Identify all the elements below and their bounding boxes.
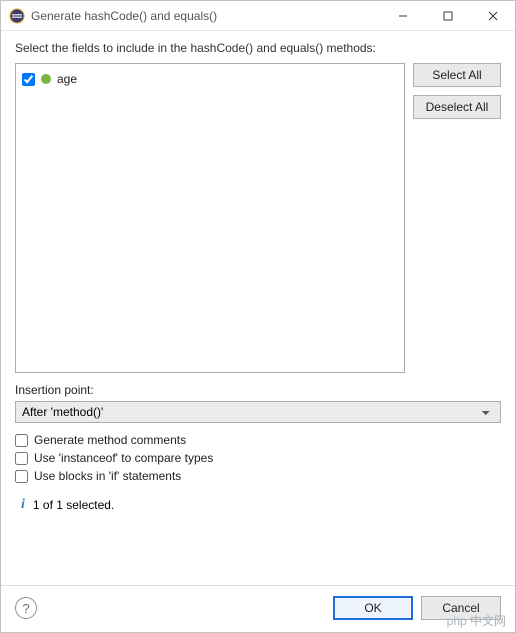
list-item[interactable]: age [22,70,398,88]
checkbox-use-instanceof[interactable] [15,452,28,465]
dialog-content: Select the fields to include in the hash… [1,31,515,585]
eclipse-icon [9,8,25,24]
titlebar: Generate hashCode() and equals() [1,1,515,31]
field-icon [41,74,51,84]
status-row: i 1 of 1 selected. [15,497,501,513]
deselect-all-button[interactable]: Deselect All [413,95,501,119]
field-label: age [57,72,77,86]
checkbox-use-blocks[interactable] [15,470,28,483]
option-use-instanceof[interactable]: Use 'instanceof' to compare types [15,451,501,465]
option-label: Generate method comments [34,433,186,447]
dialog-footer: ? OK Cancel [1,585,515,632]
insertion-point-label: Insertion point: [15,383,501,397]
maximize-button[interactable] [425,1,470,30]
option-generate-comments[interactable]: Generate method comments [15,433,501,447]
help-button[interactable]: ? [15,597,37,619]
field-list[interactable]: age [15,63,405,373]
checkbox-generate-comments[interactable] [15,434,28,447]
cancel-button[interactable]: Cancel [421,596,501,620]
help-icon: ? [22,601,29,616]
option-label: Use 'instanceof' to compare types [34,451,213,465]
footer-buttons: OK Cancel [333,596,501,620]
window-title: Generate hashCode() and equals() [31,9,380,23]
minimize-button[interactable] [380,1,425,30]
field-checkbox[interactable] [22,73,35,86]
fields-area: age Select All Deselect All [15,63,501,373]
instruction-text: Select the fields to include in the hash… [15,41,501,55]
side-buttons: Select All Deselect All [413,63,501,373]
dialog-window: Generate hashCode() and equals() Select … [0,0,516,633]
status-text: 1 of 1 selected. [33,498,114,512]
ok-button[interactable]: OK [333,596,413,620]
close-button[interactable] [470,1,515,30]
option-label: Use blocks in 'if' statements [34,469,181,483]
info-icon: i [15,497,25,513]
option-use-blocks[interactable]: Use blocks in 'if' statements [15,469,501,483]
window-controls [380,1,515,30]
insertion-point-select[interactable]: After 'method()' [15,401,501,423]
select-all-button[interactable]: Select All [413,63,501,87]
